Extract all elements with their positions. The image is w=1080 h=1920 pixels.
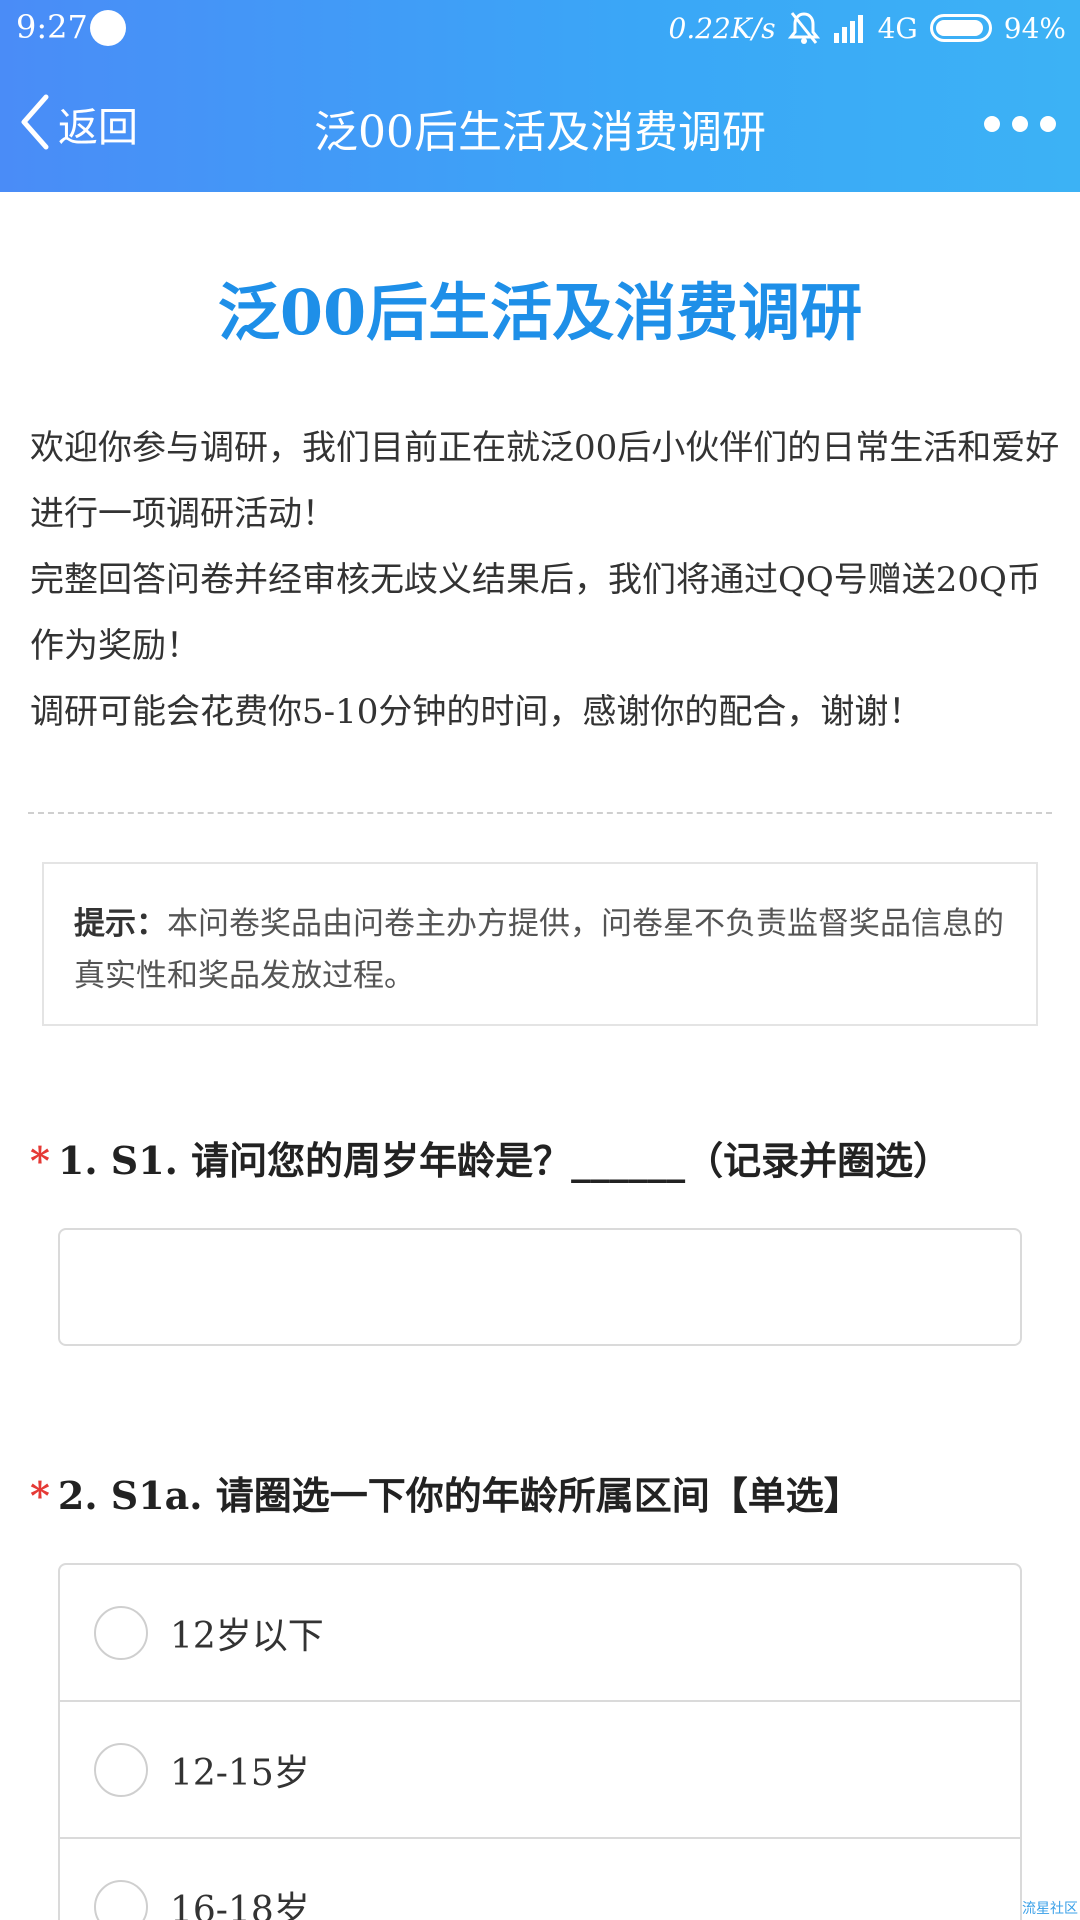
option-label: 12岁以下 [170, 1615, 324, 1657]
battery-icon [929, 14, 992, 42]
signal-icon [832, 13, 866, 43]
age-input[interactable] [58, 1228, 1022, 1346]
app-notification-icon [90, 10, 126, 46]
age-range-options: 12岁以下 12-15岁 16-18岁 [58, 1563, 1022, 1920]
required-marker: * [30, 1138, 50, 1183]
question-1-title: * 1. S1. 请问您的周岁年龄是？______（记录并圈选） [30, 1130, 951, 1185]
radio-button[interactable] [94, 1879, 148, 1920]
radio-button[interactable] [94, 1742, 148, 1797]
nav-bar: 返回 泛00后生活及消费调研 [0, 56, 1080, 192]
survey-title: 泛00后生活及消费调研 [217, 276, 863, 349]
option-label: 12-15岁 [170, 1752, 310, 1794]
dashed-divider [28, 812, 1052, 814]
status-right-group: 0.22K/s 4G 94% [669, 8, 1067, 48]
back-button[interactable]: 返回 [20, 92, 138, 156]
tip-label: 提示： [74, 906, 167, 942]
option-under-12[interactable]: 12岁以下 [60, 1565, 1020, 1702]
intro-paragraph: 调研可能会花费你5-10分钟的时间，感谢你的配合，谢谢！ [30, 692, 923, 732]
tip-text: 本问卷奖品由问卷主办方提供，问卷星不负责监督奖品信息的真实性和奖品发放过程。 [74, 906, 1004, 994]
question-2-title: * 2. S1a. 请圈选一下你的年龄所属区间【单选】 [30, 1465, 862, 1520]
option-12-15[interactable]: 12-15岁 [60, 1702, 1020, 1839]
app-header: 9:27 0.22K/s 4G 94% 返回 泛00后生活及消费调研 [0, 0, 1080, 192]
status-time: 9:27 [16, 8, 88, 46]
nav-title: 泛00后生活及消费调研 [314, 107, 766, 158]
survey-intro: 欢迎你参与调研，我们目前正在就泛00后小伙伴们的日常生活和爱好进行一项调研活动！… [30, 415, 1060, 745]
network-type: 4G [877, 11, 918, 45]
radio-button[interactable] [94, 1605, 148, 1660]
question-2-text: 2. S1a. 请圈选一下你的年龄所属区间【单选】 [57, 1473, 862, 1518]
required-marker: * [30, 1473, 50, 1518]
option-16-18[interactable]: 16-18岁 [60, 1839, 1020, 1920]
more-dot-icon [1012, 116, 1028, 132]
more-dot-icon [1040, 116, 1056, 132]
back-label: 返回 [58, 105, 138, 151]
question-1-text: 1. S1. 请问您的周岁年龄是？______（记录并圈选） [57, 1138, 952, 1183]
intro-paragraph: 欢迎你参与调研，我们目前正在就泛00后小伙伴们的日常生活和爱好进行一项调研活动！ [30, 428, 1060, 534]
net-speed: 0.22K/s [668, 11, 776, 45]
intro-paragraph: 完整回答问卷并经审核无歧义结果后，我们将通过QQ号赠送20Q币作为奖励！ [30, 560, 1041, 666]
battery-level [935, 20, 983, 36]
bell-muted-icon [787, 11, 820, 45]
status-bar: 9:27 0.22K/s 4G 94% [0, 0, 1080, 56]
tip-box: 提示：本问卷奖品由问卷主办方提供，问卷星不负责监督奖品信息的真实性和奖品发放过程… [42, 862, 1038, 1026]
more-options-button[interactable] [984, 112, 1056, 136]
battery-percent: 94% [1003, 11, 1066, 45]
watermark: 流星社区 [1022, 1901, 1078, 1917]
more-dot-icon [984, 116, 1000, 132]
option-label: 16-18岁 [170, 1889, 310, 1920]
chevron-left-icon [20, 93, 50, 155]
